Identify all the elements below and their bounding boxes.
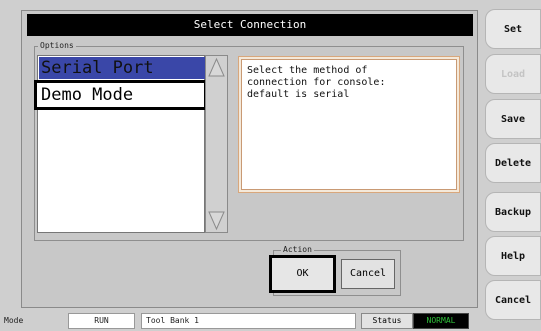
ok-button[interactable]: OK	[269, 255, 336, 293]
screen: Select Connection Options Serial Port De…	[0, 0, 541, 331]
cancel-button[interactable]: Cancel	[341, 259, 395, 289]
status-label: Status	[361, 313, 413, 329]
list-item-serial-port[interactable]: Serial Port	[39, 57, 205, 79]
list-scrollbar[interactable]	[205, 55, 228, 233]
mode-value: RUN	[68, 313, 135, 329]
delete-button[interactable]: Delete	[485, 143, 541, 183]
sidebar-cancel-button[interactable]: Cancel	[485, 280, 541, 320]
options-legend: Options	[38, 41, 76, 51]
status-badge: NORMAL	[413, 313, 469, 329]
description-text: Select the method of connection for cons…	[241, 59, 457, 190]
save-button[interactable]: Save	[485, 99, 541, 139]
scroll-up-arrow-icon[interactable]	[207, 57, 226, 78]
set-button[interactable]: Set	[485, 9, 541, 49]
tool-bank-field: Tool Bank 1	[141, 313, 356, 329]
dialog-title: Select Connection	[27, 14, 473, 36]
load-button[interactable]: Load	[485, 54, 541, 94]
mode-label: Mode	[4, 316, 24, 325]
action-legend: Action	[281, 245, 314, 255]
backup-button[interactable]: Backup	[485, 192, 541, 232]
scroll-down-arrow-icon[interactable]	[207, 210, 226, 231]
help-button[interactable]: Help	[485, 236, 541, 276]
list-item-demo-mode[interactable]: Demo Mode	[34, 80, 207, 110]
